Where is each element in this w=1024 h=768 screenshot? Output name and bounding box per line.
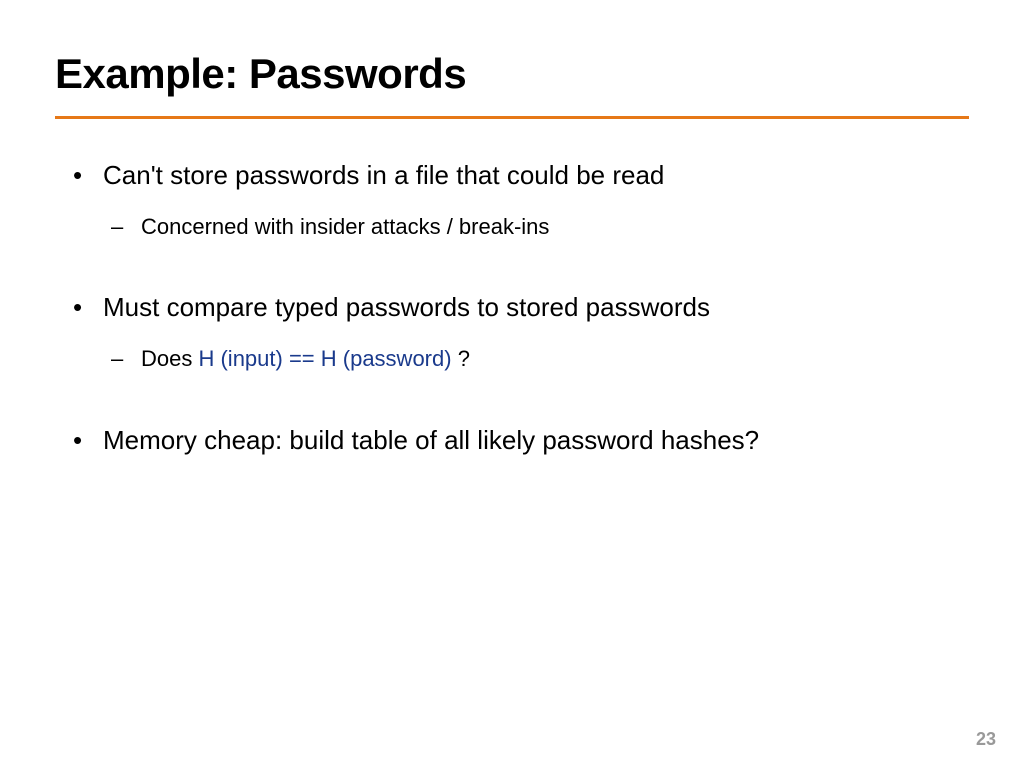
slide-title: Example: Passwords <box>55 50 969 98</box>
sub-bullet-suffix: ? <box>452 346 470 371</box>
sub-bullet-list: Concerned with insider attacks / break-i… <box>103 213 969 242</box>
sub-bullet-highlight: H (input) == H (password) <box>198 346 451 371</box>
bullet-text: Memory cheap: build table of all likely … <box>103 425 759 455</box>
sub-bullet-item: Concerned with insider attacks / break-i… <box>111 213 969 242</box>
sub-bullet-list: Does H (input) == H (password) ? <box>103 345 969 374</box>
page-number: 23 <box>976 729 996 750</box>
main-bullet-list: Can't store passwords in a file that cou… <box>73 159 969 458</box>
bullet-text: Must compare typed passwords to stored p… <box>103 292 710 322</box>
bullet-item: Memory cheap: build table of all likely … <box>73 424 969 458</box>
sub-bullet-item: Does H (input) == H (password) ? <box>111 345 969 374</box>
sub-bullet-text: Concerned with insider attacks / break-i… <box>141 214 549 239</box>
slide-content: Can't store passwords in a file that cou… <box>55 159 969 458</box>
bullet-item: Can't store passwords in a file that cou… <box>73 159 969 241</box>
sub-bullet-prefix: Does <box>141 346 198 371</box>
title-divider <box>55 116 969 119</box>
bullet-text: Can't store passwords in a file that cou… <box>103 160 664 190</box>
bullet-item: Must compare typed passwords to stored p… <box>73 291 969 373</box>
